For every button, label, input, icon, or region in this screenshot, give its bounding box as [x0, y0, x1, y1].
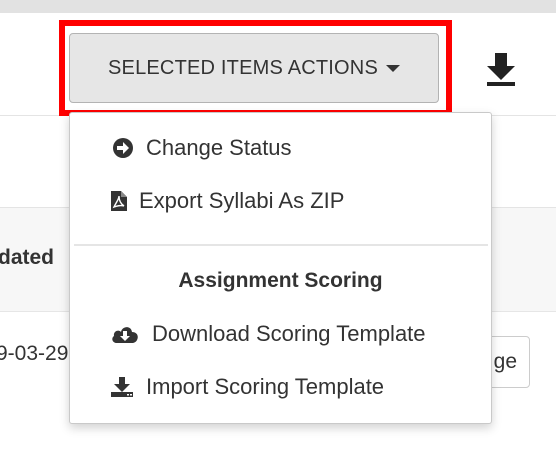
- file-pdf-icon: [110, 190, 128, 212]
- menu-divider: [74, 244, 488, 246]
- row-action-button-label: ge: [493, 350, 517, 373]
- column-header-updated: dated: [0, 246, 55, 269]
- download-tray-icon: [110, 376, 134, 398]
- menu-item-import-scoring-template[interactable]: Import Scoring Template: [70, 365, 491, 409]
- actions-dropdown-menu: Change Status Export Syllabi As ZIP Assi…: [69, 112, 492, 424]
- caret-down-icon: [386, 64, 400, 72]
- menu-item-label: Import Scoring Template: [146, 374, 385, 399]
- download-icon[interactable]: [484, 51, 518, 87]
- top-bar: [0, 0, 556, 13]
- menu-item-download-scoring-template[interactable]: Download Scoring Template: [70, 312, 491, 356]
- arrow-circle-right-icon: [112, 137, 134, 159]
- menu-item-label: Change Status: [146, 135, 292, 160]
- menu-item-change-status[interactable]: Change Status: [70, 126, 491, 170]
- cloud-download-icon: [110, 323, 140, 345]
- selected-items-actions-label: SELECTED ITEMS ACTIONS: [107, 56, 378, 79]
- menu-section-heading: Assignment Scoring: [178, 269, 383, 292]
- row-date-cell: 9-03-29: [0, 342, 69, 365]
- selected-items-actions-button[interactable]: SELECTED ITEMS ACTIONS: [69, 33, 439, 103]
- menu-item-export-syllabi[interactable]: Export Syllabi As ZIP: [70, 179, 491, 223]
- menu-item-label: Export Syllabi As ZIP: [139, 188, 345, 213]
- menu-item-label: Download Scoring Template: [152, 321, 426, 346]
